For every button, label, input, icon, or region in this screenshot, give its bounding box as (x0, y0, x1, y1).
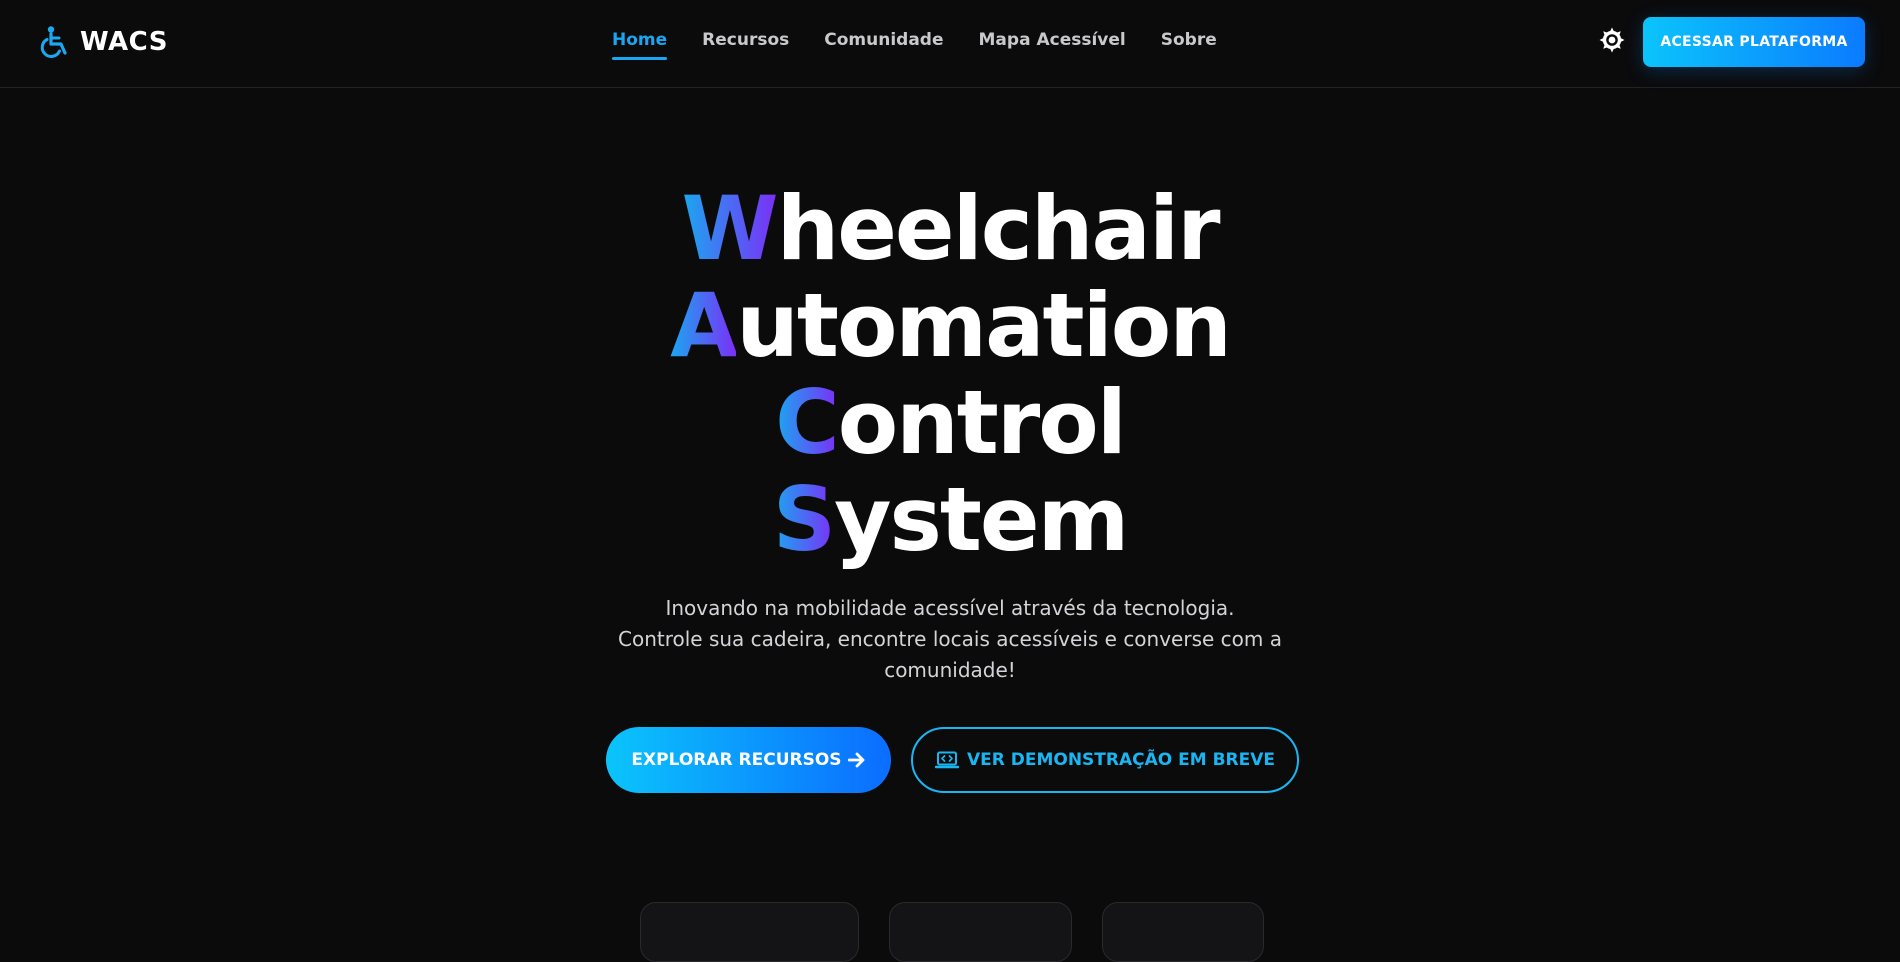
title-rest: ystem (834, 468, 1129, 571)
theme-toggle-button[interactable] (1597, 27, 1627, 57)
nav-sobre[interactable]: Sobre (1161, 30, 1217, 60)
title-line-automation: Automation (0, 277, 1900, 374)
main-nav: Home Recursos Comunidade Mapa Acessível … (612, 30, 1217, 60)
hero-subtitle: Inovando na mobilidade acessível através… (610, 593, 1290, 686)
title-initial: A (670, 274, 738, 377)
nav-mapa-acessivel[interactable]: Mapa Acessível (979, 30, 1126, 60)
title-line-control: Control (0, 374, 1900, 471)
nav-home[interactable]: Home (612, 30, 668, 60)
title-line-wheelchair: Wheelchair (0, 180, 1900, 277)
subtitle-line: Inovando na mobilidade acessível através… (665, 596, 1235, 620)
title-line-system: System (0, 471, 1900, 568)
explore-resources-label: EXPLORAR RECURSOS (631, 750, 842, 770)
title-initial: S (772, 468, 836, 571)
subtitle-line: comunidade! (884, 658, 1016, 682)
brand-logo-link[interactable]: WACS (38, 22, 168, 62)
explore-resources-button[interactable]: EXPLORAR RECURSOS (606, 727, 891, 793)
view-demo-button[interactable]: VER DEMONSTRAÇÃO EM BREVE (911, 727, 1299, 793)
title-rest: heelchair (776, 177, 1221, 280)
title-initial: W (681, 177, 778, 280)
access-platform-button[interactable]: ACESSAR PLATAFORMA (1643, 17, 1865, 67)
sun-icon (1599, 27, 1625, 57)
subtitle-line: Controle sua cadeira, encontre locais ac… (618, 627, 1282, 651)
stat-card (640, 902, 859, 962)
navbar: WACS Home Recursos Comunidade Mapa Acess… (0, 0, 1900, 88)
hero-title: Wheelchair Automation Control System (0, 180, 1900, 568)
view-demo-label: VER DEMONSTRAÇÃO EM BREVE (966, 750, 1276, 770)
title-rest: utomation (736, 274, 1232, 377)
laptop-code-icon (934, 751, 959, 769)
title-rest: ontrol (837, 371, 1127, 474)
nav-recursos[interactable]: Recursos (702, 30, 789, 60)
nav-comunidade[interactable]: Comunidade (824, 30, 943, 60)
stat-card (889, 902, 1072, 962)
wheelchair-icon (38, 25, 72, 59)
brand-name: WACS (80, 27, 168, 57)
title-initial: C (775, 371, 840, 474)
stat-card (1102, 902, 1264, 962)
arrow-right-icon (847, 752, 866, 768)
